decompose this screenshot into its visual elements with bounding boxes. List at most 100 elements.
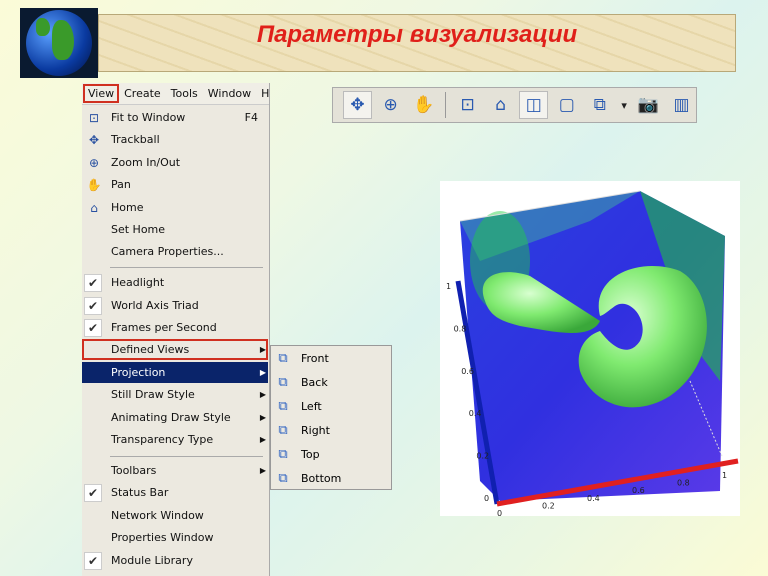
fit-window-icon: ⊡ <box>88 110 100 125</box>
menu-item-still-draw-style[interactable]: Still Draw Style ▶ <box>82 384 268 405</box>
menu-item-toolbars[interactable]: Toolbars ▶ <box>82 460 268 481</box>
menu-item-label: Status Bar <box>111 486 169 499</box>
hand-icon: ✋ <box>86 177 102 192</box>
menu-item-fit-to-window[interactable]: ⊡ Fit to Window F4 <box>82 107 268 128</box>
cube-view-icon: ⧉ <box>278 374 288 390</box>
menu-item-label: Properties Window <box>111 531 214 544</box>
menu-window[interactable]: Window <box>203 87 256 100</box>
film-icon[interactable]: ▥ <box>667 91 696 119</box>
view-toolbar: ✥ ⊕ ✋ ⊡ ⌂ ◫ ▢ ⧉ ▾ 📷 ▥ <box>332 87 697 123</box>
icon-slot <box>82 429 106 450</box>
y-tick-label: 1 <box>446 282 451 291</box>
x-tick-label: 0.2 <box>542 501 555 510</box>
menu-item-world-axis-triad[interactable]: ✔ World Axis Triad <box>82 295 268 316</box>
trackball-icon: ✥ <box>88 132 100 147</box>
menu-item-zoom-in-out[interactable]: ⊕ Zoom In/Out <box>82 152 268 173</box>
menu-create[interactable]: Create <box>119 87 166 100</box>
submenu-item-label: Top <box>301 447 320 461</box>
menu-item-label: World Axis Triad <box>111 299 199 312</box>
home-icon[interactable]: ⌂ <box>486 91 515 119</box>
submenu-item-front[interactable]: ⧉ Front <box>271 346 391 370</box>
submenu-item-bottom[interactable]: ⧉ Bottom <box>271 466 391 490</box>
menu-item-label: Set Home <box>111 223 166 236</box>
menu-item-label: Still Draw Style <box>111 388 195 401</box>
submenu-arrow-icon: ▶ <box>259 466 266 475</box>
orthographic-icon[interactable]: ▢ <box>552 91 581 119</box>
menu-help[interactable]: H <box>256 87 274 100</box>
menu-item-properties-window[interactable]: Properties Window <box>82 527 268 548</box>
menu-item-label: Animating Draw Style <box>111 411 231 424</box>
menu-item-animating-draw-style[interactable]: Animating Draw Style ▶ <box>82 407 268 428</box>
checkmark-icon: ✔ <box>84 296 102 315</box>
menu-item-camera-properties[interactable]: Camera Properties... <box>82 241 268 262</box>
y-tick-label: 0 <box>484 494 489 503</box>
x-tick-label: 1 <box>722 471 727 480</box>
menu-item-home[interactable]: ⌂ Home <box>82 197 268 218</box>
x-tick-label: 0.4 <box>587 494 600 503</box>
x-tick-label: 0.6 <box>632 486 645 495</box>
menu-item-label: Defined Views <box>111 343 190 356</box>
icon-slot <box>82 527 106 548</box>
submenu-item-label: Right <box>301 423 330 437</box>
menu-item-transparency-type[interactable]: Transparency Type ▶ <box>82 429 268 450</box>
cube-view-icon: ⧉ <box>278 350 288 366</box>
toolbar-separator <box>445 92 447 118</box>
icon-slot <box>82 362 106 383</box>
menu-item-set-home[interactable]: Set Home <box>82 219 268 240</box>
menu-separator <box>110 267 263 268</box>
menu-item-label: Toolbars <box>111 464 157 477</box>
submenu-arrow-icon: ▶ <box>259 368 266 377</box>
y-tick-label: 0.8 <box>454 324 467 333</box>
menu-item-label: Module Library <box>111 554 193 567</box>
icon-slot <box>82 241 106 262</box>
icon-slot <box>82 384 106 405</box>
cube-view-icon: ⧉ <box>278 422 288 438</box>
submenu-arrow-icon: ▶ <box>259 413 266 422</box>
checkmark-icon: ✔ <box>84 551 102 570</box>
icon-slot <box>82 505 106 526</box>
submenu-item-label: Front <box>301 351 329 365</box>
menu-item-defined-views[interactable]: Defined Views ▶ <box>82 339 268 360</box>
submenu-item-left[interactable]: ⧉ Left <box>271 394 391 418</box>
menu-item-headlight[interactable]: ✔ Headlight <box>82 272 268 293</box>
perspective-icon[interactable]: ◫ <box>519 91 549 119</box>
x-tick-label: 0.8 <box>677 479 690 488</box>
menu-item-label: Pan <box>111 178 131 191</box>
menu-item-trackball[interactable]: ✥ Trackball <box>82 129 268 150</box>
3d-visualization: 0 0.2 0.4 0.6 0.8 1 0 0.2 0.4 0.6 0.8 1 <box>440 181 740 516</box>
menu-item-module-library[interactable]: ✔ Module Library <box>82 550 268 571</box>
menu-item-label: Camera Properties... <box>111 245 224 258</box>
submenu-item-back[interactable]: ⧉ Back <box>271 370 391 394</box>
menu-item-label: Projection <box>111 366 166 379</box>
menu-tools[interactable]: Tools <box>166 87 203 100</box>
menu-item-label: Network Window <box>111 509 204 522</box>
menu-view[interactable]: View <box>83 84 120 103</box>
submenu-item-top[interactable]: ⧉ Top <box>271 442 391 466</box>
menu-item-label: Headlight <box>111 276 165 289</box>
menu-item-network-window[interactable]: Network Window <box>82 505 268 526</box>
menu-item-projection[interactable]: Projection ▶ <box>82 362 268 383</box>
submenu-item-right[interactable]: ⧉ Right <box>271 418 391 442</box>
menu-item-status-bar[interactable]: ✔ Status Bar <box>82 482 268 503</box>
submenu-item-label: Back <box>301 375 328 389</box>
pan-icon[interactable]: ✋ <box>409 91 438 119</box>
submenu-arrow-icon: ▶ <box>259 390 266 399</box>
menu-item-label: Zoom In/Out <box>111 156 181 169</box>
cube-view-icon: ⧉ <box>278 398 288 414</box>
zoom-icon[interactable]: ⊕ <box>376 91 405 119</box>
checkmark-icon: ✔ <box>84 273 102 292</box>
zoom-icon: ⊕ <box>88 155 100 170</box>
fit-window-icon[interactable]: ⊡ <box>453 91 482 119</box>
camera-icon[interactable]: 📷 <box>634 91 663 119</box>
cube-view-icon: ⧉ <box>278 470 288 486</box>
menu-item-frames-per-second[interactable]: ✔ Frames per Second <box>82 317 268 338</box>
cube-view-icon: ⧉ <box>278 446 288 462</box>
wireframe-cube-icon[interactable]: ⧉ <box>585 91 614 119</box>
menu-item-pan[interactable]: ✋ Pan <box>82 174 268 195</box>
menu-item-label: Trackball <box>111 133 160 146</box>
menu-item-label: Transparency Type <box>111 433 214 446</box>
y-tick-label: 0.2 <box>476 452 489 461</box>
trackball-icon[interactable]: ✥ <box>343 91 373 119</box>
dropdown-arrow-icon[interactable]: ▾ <box>618 91 630 119</box>
title-banner: Параметры визуализации <box>98 14 736 72</box>
